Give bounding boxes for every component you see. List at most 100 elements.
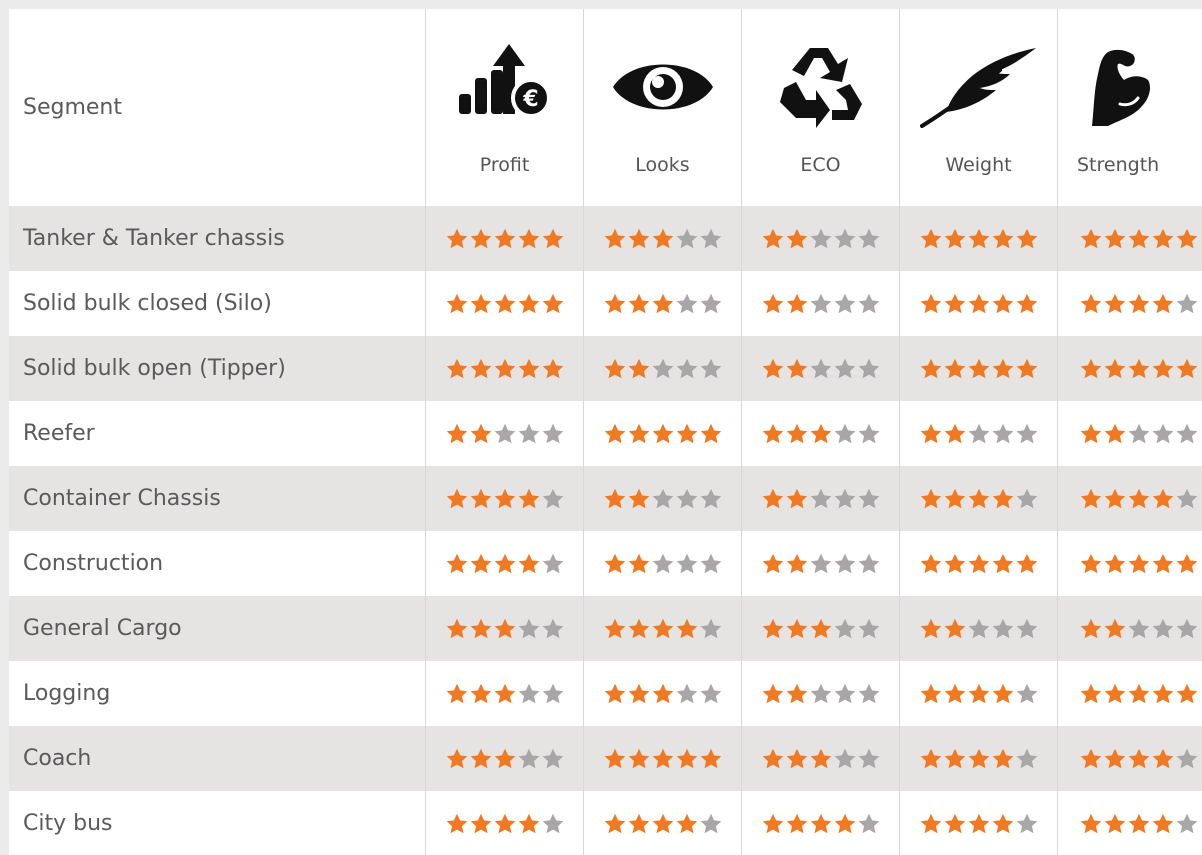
star-empty-icon — [810, 683, 831, 703]
star-filled-icon — [920, 488, 941, 508]
star-filled-icon — [920, 228, 941, 248]
star-filled-icon — [628, 423, 649, 443]
star-filled-icon — [604, 618, 625, 638]
star-filled-icon — [1152, 358, 1174, 378]
rating-cell-looks — [583, 206, 741, 271]
star-empty-icon — [858, 748, 879, 768]
star-filled-icon — [786, 488, 807, 508]
star-rating — [761, 812, 881, 836]
star-filled-icon — [446, 228, 467, 248]
rating-cell-weight — [899, 271, 1057, 336]
star-filled-icon — [944, 553, 965, 573]
star-rating — [603, 422, 723, 446]
segment-cell: Solid bulk closed (Silo) — [9, 271, 425, 336]
weight-column-label: Weight — [945, 154, 1012, 176]
star-empty-icon — [858, 683, 879, 703]
star-filled-icon — [446, 423, 467, 443]
star-empty-icon — [700, 553, 721, 573]
star-empty-icon — [542, 813, 563, 833]
star-filled-icon — [446, 358, 467, 378]
segment-cell: Logging — [9, 661, 425, 726]
star-rating — [1079, 487, 1199, 511]
star-filled-icon — [1104, 813, 1126, 833]
star-filled-icon — [1128, 488, 1150, 508]
star-filled-icon — [1080, 228, 1102, 248]
star-filled-icon — [446, 488, 467, 508]
star-filled-icon — [470, 813, 491, 833]
star-empty-icon — [1176, 293, 1198, 313]
star-filled-icon — [604, 488, 625, 508]
star-empty-icon — [1176, 618, 1198, 638]
star-filled-icon — [604, 423, 625, 443]
star-empty-icon — [810, 293, 831, 313]
star-empty-icon — [834, 228, 855, 248]
strength-column-header: Strength — [1057, 9, 1202, 206]
star-rating — [919, 617, 1039, 641]
star-empty-icon — [542, 683, 563, 703]
star-empty-icon — [700, 813, 721, 833]
star-empty-icon — [676, 293, 697, 313]
star-filled-icon — [786, 618, 807, 638]
table-header: Segment € Profit Looks ECO Weight Streng… — [9, 9, 1202, 206]
star-filled-icon — [628, 358, 649, 378]
rating-cell-looks — [583, 661, 741, 726]
star-empty-icon — [1128, 618, 1150, 638]
star-rating — [445, 487, 565, 511]
star-filled-icon — [470, 293, 491, 313]
rating-cell-weight — [899, 661, 1057, 726]
segment-name: Coach — [23, 746, 92, 771]
star-empty-icon — [1176, 748, 1198, 768]
star-empty-icon — [1176, 813, 1198, 833]
star-filled-icon — [604, 553, 625, 573]
star-empty-icon — [810, 553, 831, 573]
star-filled-icon — [1104, 423, 1126, 443]
star-filled-icon — [494, 748, 515, 768]
star-filled-icon — [762, 423, 783, 443]
segment-cell: Construction — [9, 531, 425, 596]
star-filled-icon — [1128, 553, 1150, 573]
star-filled-icon — [762, 488, 783, 508]
star-filled-icon — [470, 553, 491, 573]
svg-text:€: € — [522, 87, 538, 112]
star-rating — [1079, 617, 1199, 641]
rating-cell-strength — [1057, 661, 1202, 726]
star-empty-icon — [858, 228, 879, 248]
table-row: Container Chassis — [9, 466, 1202, 531]
segment-name: City bus — [23, 811, 113, 836]
rating-cell-looks — [583, 271, 741, 336]
rating-cell-strength — [1057, 401, 1202, 466]
star-filled-icon — [968, 748, 989, 768]
segment-cell: Container Chassis — [9, 466, 425, 531]
star-rating — [761, 747, 881, 771]
star-filled-icon — [944, 618, 965, 638]
segment-header-cell: Segment — [9, 9, 425, 206]
rating-cell-looks — [583, 401, 741, 466]
star-filled-icon — [1128, 748, 1150, 768]
star-empty-icon — [858, 423, 879, 443]
flexed-arm-icon — [1090, 37, 1152, 137]
segment-name: Construction — [23, 551, 164, 576]
rating-cell-strength — [1057, 466, 1202, 531]
star-empty-icon — [700, 293, 721, 313]
star-filled-icon — [628, 813, 649, 833]
star-empty-icon — [542, 488, 563, 508]
star-empty-icon — [542, 423, 563, 443]
rating-cell-weight — [899, 206, 1057, 271]
star-empty-icon — [1016, 423, 1037, 443]
star-filled-icon — [1080, 488, 1102, 508]
star-rating — [761, 357, 881, 381]
star-filled-icon — [992, 683, 1013, 703]
star-filled-icon — [1152, 748, 1174, 768]
star-filled-icon — [992, 488, 1013, 508]
star-filled-icon — [676, 423, 697, 443]
star-empty-icon — [1016, 813, 1037, 833]
segment-cell: Coach — [9, 726, 425, 791]
star-filled-icon — [652, 748, 673, 768]
star-filled-icon — [786, 553, 807, 573]
star-empty-icon — [542, 553, 563, 573]
star-filled-icon — [604, 358, 625, 378]
rating-cell-profit — [425, 336, 583, 401]
star-rating — [603, 552, 723, 576]
star-filled-icon — [762, 748, 783, 768]
star-filled-icon — [944, 358, 965, 378]
